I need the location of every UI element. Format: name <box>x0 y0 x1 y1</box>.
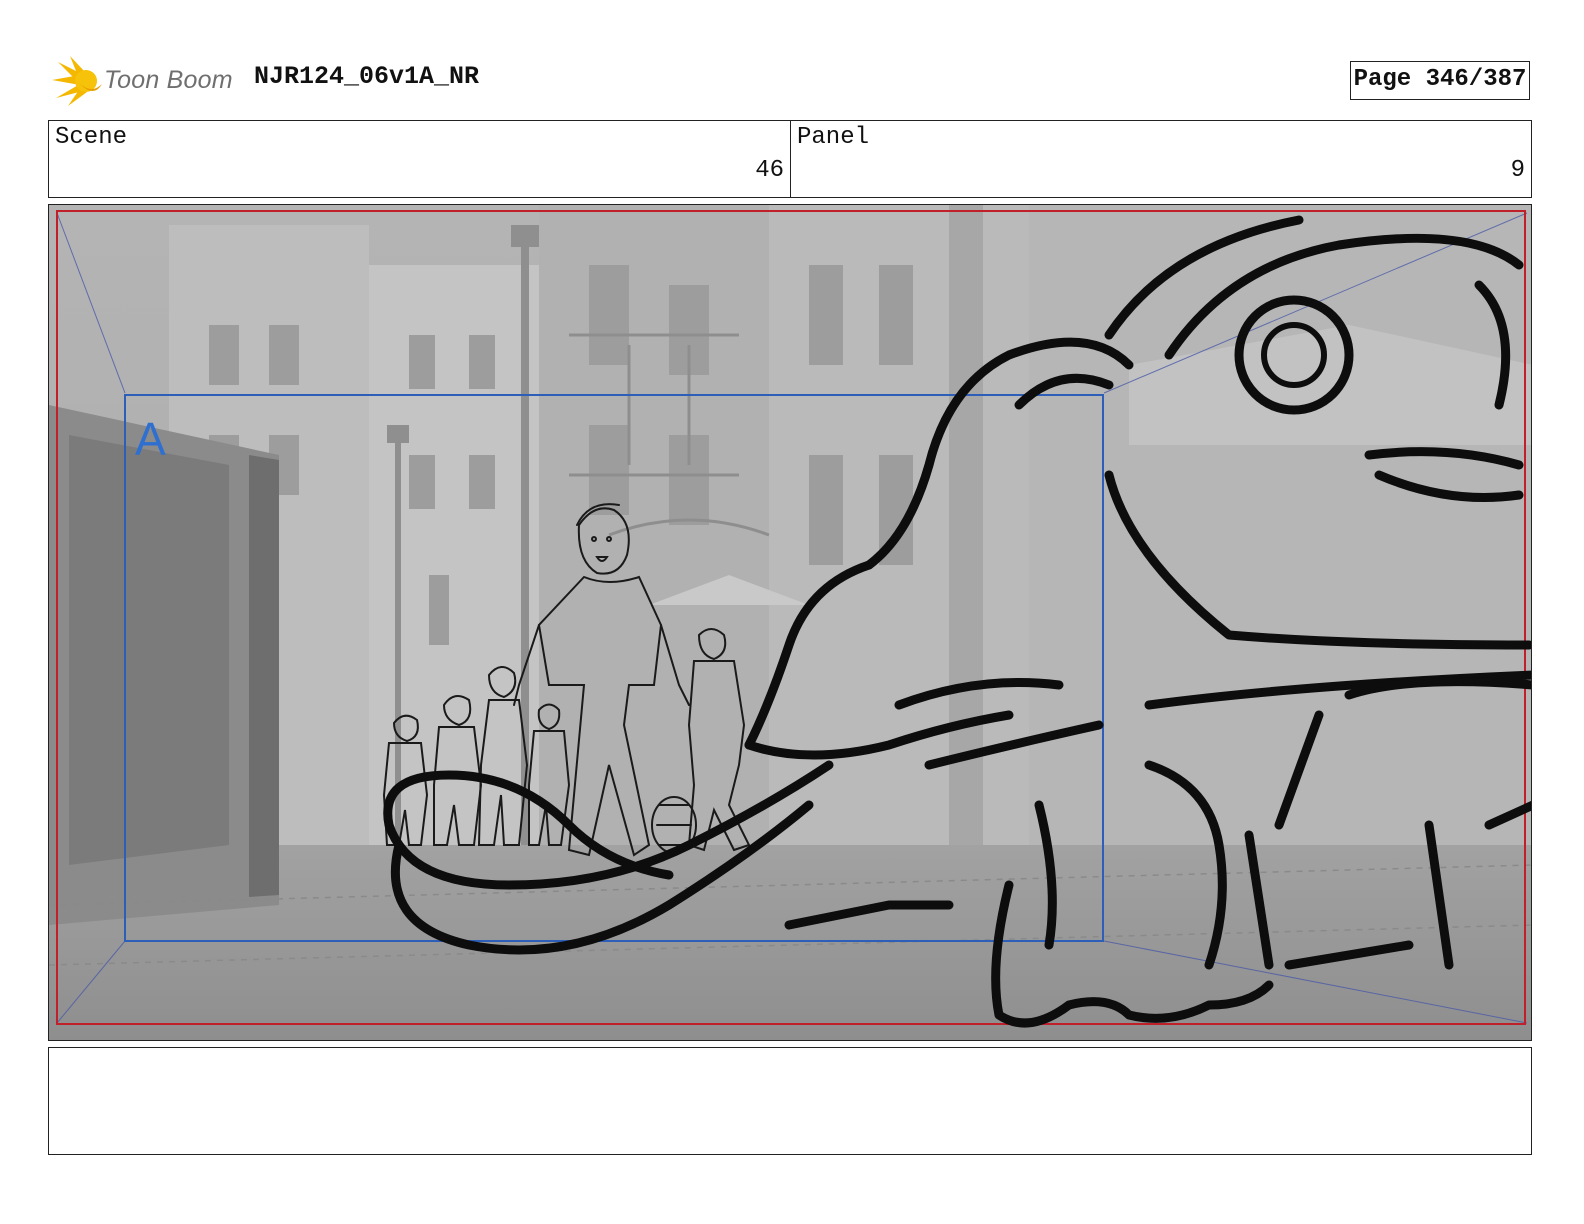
scene-number: 46 <box>755 157 784 184</box>
document-title: NJR124_06v1A_NR <box>254 62 480 91</box>
panel-drawing: A <box>49 205 1531 1040</box>
toon-boom-logo: Toon Boom <box>50 54 240 108</box>
logo-wordmark: Toon Boom <box>104 66 233 94</box>
panel-number: 9 <box>1510 157 1525 184</box>
camera-label: A <box>135 413 166 465</box>
scene-cell: Scene 46 <box>49 121 791 197</box>
starburst-logo-icon <box>52 56 102 106</box>
panel-cell: Panel 9 <box>791 121 1531 197</box>
scene-label: Scene <box>55 124 128 151</box>
storyboard-panel-image: A <box>48 204 1532 1041</box>
panel-notes-box <box>48 1047 1532 1155</box>
scene-panel-info: Scene 46 Panel 9 <box>48 120 1532 198</box>
panel-label: Panel <box>797 124 870 151</box>
page-indicator: Page 346/387 <box>1350 61 1530 100</box>
